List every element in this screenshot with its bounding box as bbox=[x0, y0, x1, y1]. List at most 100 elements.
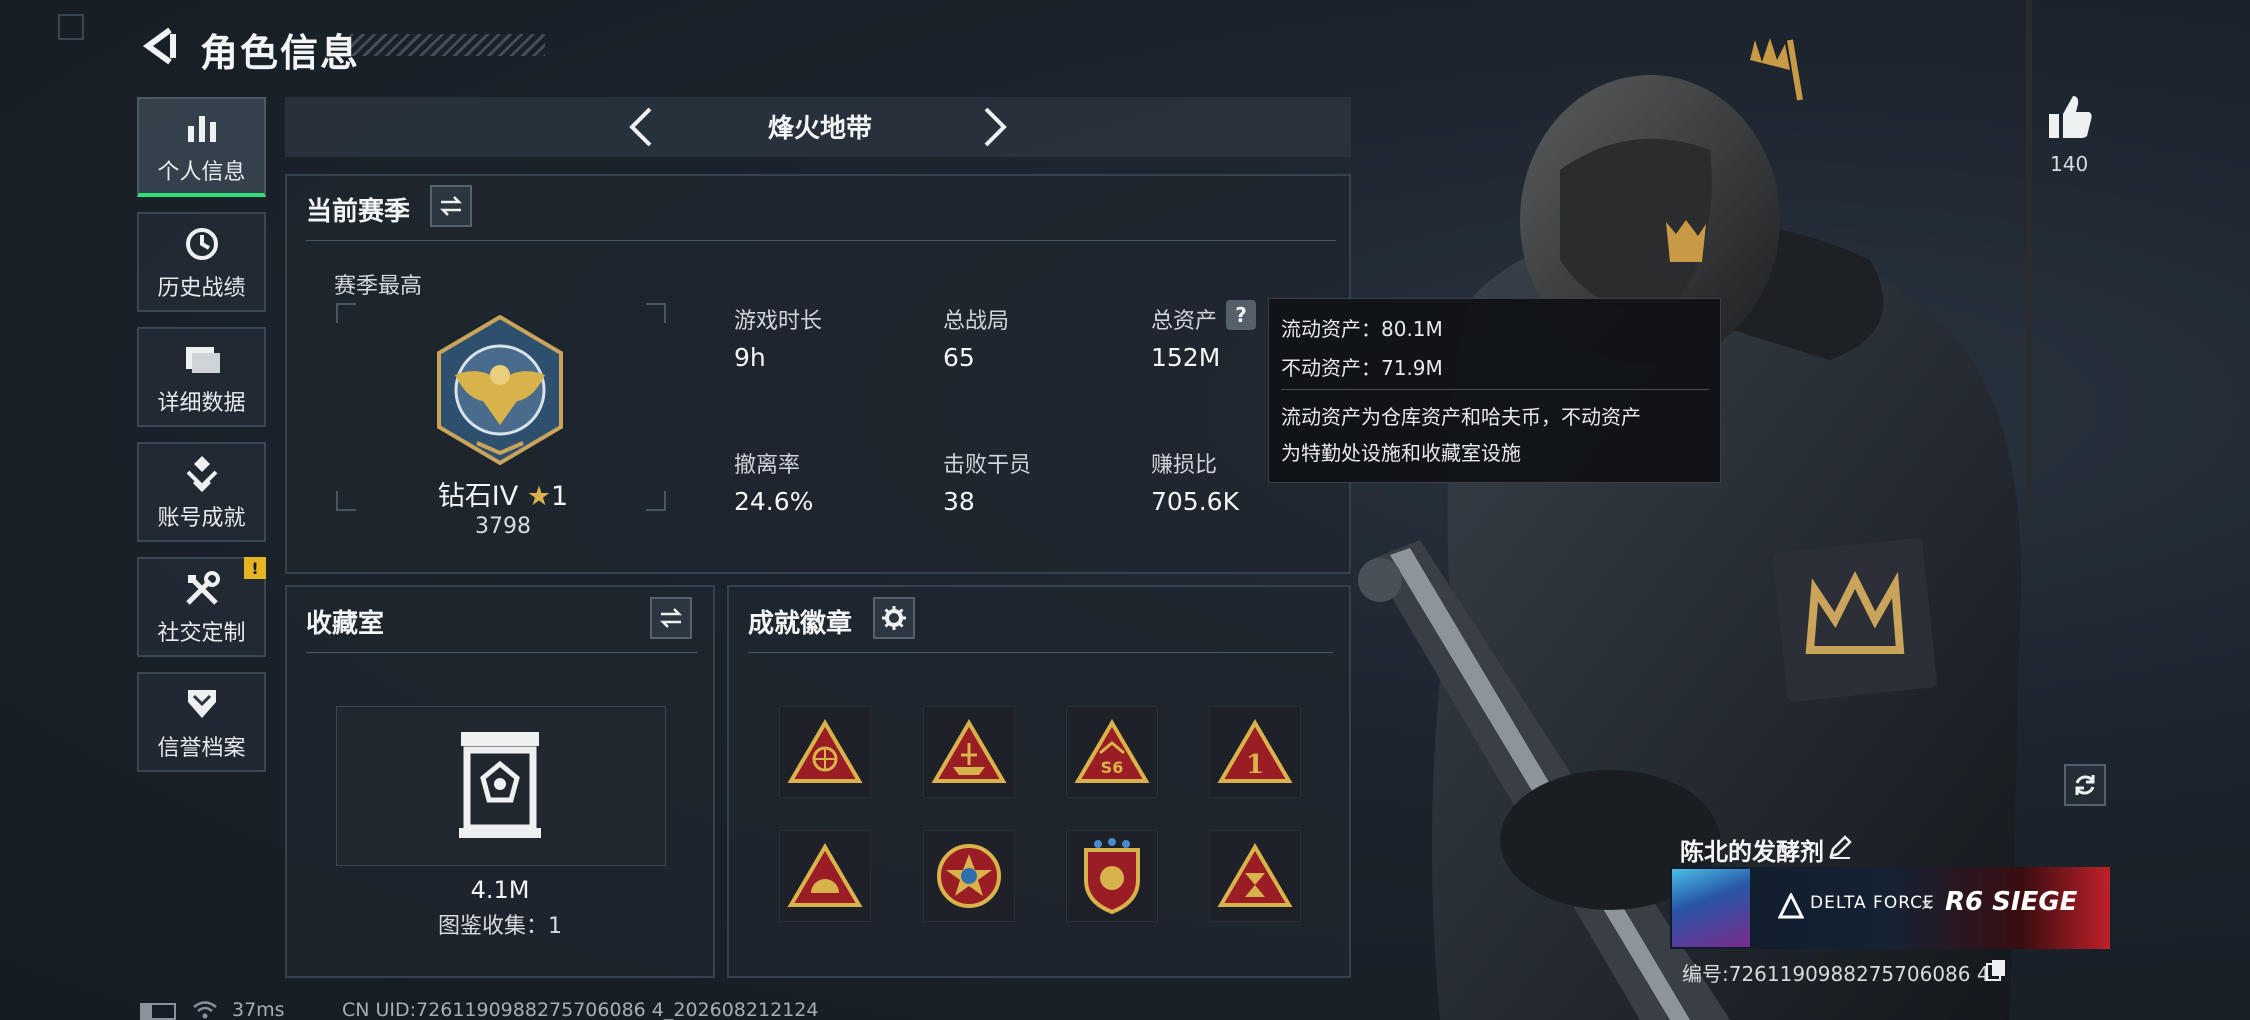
divider bbox=[306, 652, 698, 653]
mode-title: 烽火地带 bbox=[767, 114, 872, 144]
achievements-title: 成就徽章 bbox=[748, 609, 853, 639]
swap-icon bbox=[439, 196, 463, 216]
achievement-badge[interactable] bbox=[923, 706, 1015, 798]
triangle-ship-badge-icon bbox=[931, 719, 1007, 783]
ping-text: 37ms bbox=[232, 999, 285, 1020]
folder-icon bbox=[185, 347, 220, 373]
season-switch-button[interactable] bbox=[430, 185, 472, 227]
back-arrow-icon[interactable] bbox=[140, 26, 180, 66]
asset-tooltip: 流动资产：80.1M 不动资产：71.9M 流动资产为仓库资产和哈夫币，不动资产… bbox=[1268, 298, 1721, 483]
divider bbox=[306, 240, 1336, 241]
achievement-badge[interactable] bbox=[779, 706, 871, 798]
nav-item-history[interactable]: 历史战绩 bbox=[137, 212, 266, 312]
refresh-icon bbox=[2075, 775, 2095, 795]
tooltip-desc-1: 流动资产为仓库资产和哈夫币，不动资产 bbox=[1281, 405, 1641, 429]
nav-label: 历史战绩 bbox=[157, 276, 246, 301]
achievement-badge[interactable]: S6 bbox=[1066, 706, 1158, 798]
banner-portrait bbox=[1672, 869, 1750, 947]
refresh-button[interactable] bbox=[2064, 764, 2106, 806]
edit-pencil-icon[interactable] bbox=[1827, 834, 1853, 860]
nav-item-detailed-data[interactable]: 详细数据 bbox=[137, 327, 266, 427]
achievement-badge[interactable] bbox=[923, 830, 1015, 922]
triangle-s6-badge-icon: S6 bbox=[1074, 719, 1150, 783]
stat-label: 游戏时长 bbox=[734, 309, 823, 334]
banner-r6: R6 SIEGE bbox=[1945, 887, 2078, 917]
banner-separator: × bbox=[1920, 895, 1934, 914]
warning-badge: ! bbox=[244, 557, 266, 579]
player-name: 陈北的发酵剂 bbox=[1680, 838, 1824, 866]
page-title: 角色信息 bbox=[200, 31, 361, 75]
stat-value: 24.6% bbox=[734, 487, 814, 516]
tooltip-fixed-assets: 不动资产：71.9M bbox=[1281, 356, 1443, 380]
player-id: 编号:7261190988275706086 4 bbox=[1682, 962, 1990, 986]
achievement-badge[interactable] bbox=[779, 830, 871, 922]
triangle-number-one-badge-icon: 1 bbox=[1217, 719, 1293, 783]
swap-icon bbox=[659, 608, 683, 628]
wifi-icon bbox=[193, 1001, 217, 1019]
likes-count: 140 bbox=[2050, 152, 2089, 176]
bar-chart-icon bbox=[187, 116, 216, 142]
collection-count: 图鉴收集：1 bbox=[438, 914, 562, 939]
achievement-icon bbox=[186, 456, 217, 493]
stat-value: 705.6K bbox=[1151, 487, 1239, 516]
shield-emblem-badge-icon bbox=[1084, 838, 1140, 915]
tooltip-desc-2: 为特勤处设施和收藏室设施 bbox=[1281, 441, 1521, 465]
achievement-badge[interactable] bbox=[1066, 830, 1158, 922]
rank-stars: 1 bbox=[551, 481, 569, 512]
help-icon[interactable]: ? bbox=[1226, 300, 1256, 330]
stat-label: 总资产 bbox=[1151, 309, 1218, 334]
stat-value: 38 bbox=[943, 487, 975, 516]
diamond-rank-emblem-icon bbox=[437, 315, 563, 465]
nav-item-reputation[interactable]: 信誉档案 bbox=[137, 672, 266, 772]
rank-name: 钻石IV bbox=[437, 481, 519, 512]
season-best-label: 赛季最高 bbox=[334, 274, 423, 299]
triangle-half-sun-badge-icon bbox=[787, 843, 863, 907]
nav-label: 账号成就 bbox=[157, 506, 246, 531]
banner-brand: DELTA FORCE bbox=[1810, 893, 1935, 913]
svg-text:1: 1 bbox=[1246, 750, 1264, 780]
triangle-hourglass-badge-icon bbox=[1217, 843, 1293, 907]
tooltip-liquid-assets: 流动资产：80.1M bbox=[1281, 317, 1443, 341]
stat-value: 9h bbox=[734, 343, 766, 372]
star-icon: ★ bbox=[526, 481, 552, 512]
stat-value: 65 bbox=[943, 343, 975, 372]
nav-item-social[interactable]: 社交定制 ! bbox=[137, 557, 266, 657]
nav-label: 信誉档案 bbox=[157, 736, 246, 761]
nav-item-personal-info[interactable]: 个人信息 bbox=[137, 97, 266, 197]
svg-text:S6: S6 bbox=[1101, 758, 1124, 777]
name-card-banner[interactable]: DELTA FORCE × R6 SIEGE bbox=[1670, 867, 2110, 949]
collection-value: 4.1M bbox=[470, 876, 530, 904]
divider bbox=[748, 652, 1333, 653]
shield-chevron-icon bbox=[187, 690, 216, 718]
stat-label: 赚损比 bbox=[1151, 453, 1218, 478]
achievement-badge[interactable] bbox=[1209, 830, 1301, 922]
title-decoration bbox=[350, 34, 545, 56]
chevron-left-icon[interactable] bbox=[620, 105, 664, 149]
achievement-badge[interactable]: 1 bbox=[1209, 706, 1301, 798]
chevron-right-icon[interactable] bbox=[972, 105, 1016, 149]
nav-item-achievements[interactable]: 账号成就 bbox=[137, 442, 266, 542]
corner-marker bbox=[58, 14, 84, 40]
stat-label: 总战局 bbox=[943, 309, 1010, 334]
achievements-settings-button[interactable] bbox=[873, 597, 915, 639]
thumbs-up-icon[interactable] bbox=[2045, 92, 2095, 142]
rank-name-row: 钻石IV ★1 bbox=[428, 474, 578, 513]
stat-value: 152M bbox=[1151, 343, 1221, 372]
copy-icon[interactable] bbox=[1985, 958, 2007, 982]
stat-label: 撤离率 bbox=[734, 453, 801, 478]
nav-label: 个人信息 bbox=[157, 160, 246, 185]
vault-icon bbox=[459, 732, 541, 838]
round-star-badge-icon bbox=[937, 844, 1001, 908]
stat-label: 击败干员 bbox=[943, 453, 1032, 478]
delta-force-logo-icon bbox=[1778, 893, 1804, 919]
battery-icon bbox=[140, 1003, 176, 1020]
gear-icon bbox=[882, 606, 906, 630]
collection-switch-button[interactable] bbox=[650, 597, 692, 639]
tooltip-divider bbox=[1281, 389, 1709, 390]
collection-title: 收藏室 bbox=[306, 609, 385, 639]
season-title: 当前赛季 bbox=[306, 197, 411, 227]
nav-label: 详细数据 bbox=[157, 391, 246, 416]
tools-icon bbox=[185, 571, 220, 605]
triangle-globe-badge-icon bbox=[787, 719, 863, 783]
rank-score: 3798 bbox=[475, 514, 531, 539]
